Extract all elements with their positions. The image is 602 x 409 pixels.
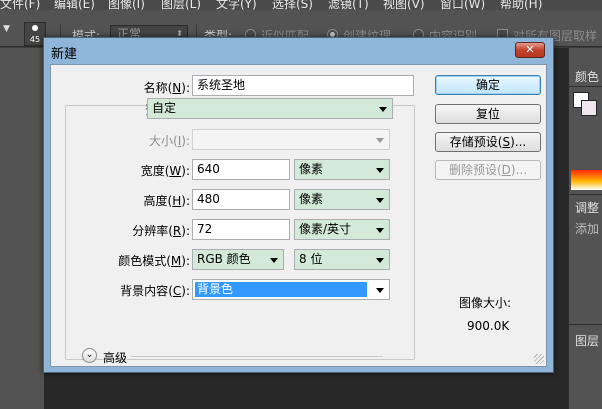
bit-depth-select[interactable]: 8 位 (294, 249, 390, 270)
menu-window[interactable]: 窗口(W) (440, 0, 485, 10)
name-input[interactable]: 系统圣地 (192, 75, 414, 96)
size-label: 大小(I): (149, 134, 190, 148)
chevron-down-icon (263, 250, 283, 269)
chevron-down-icon (372, 99, 392, 118)
width-label: 宽度(W): (140, 164, 190, 178)
color-spectrum[interactable] (571, 170, 602, 190)
background-contents-label: 背景内容(C): (120, 284, 190, 298)
advanced-expand-toggle[interactable]: ⌄ (82, 348, 97, 363)
menu-filter[interactable]: 滤镜(T) (328, 0, 369, 10)
reset-button[interactable]: 复位 (435, 104, 541, 124)
menu-file[interactable]: 文件(F) (0, 0, 40, 10)
menu-layer[interactable]: 图层(L) (161, 0, 201, 10)
color-panel-tab[interactable]: 颜色 (575, 68, 599, 85)
width-unit-select[interactable]: 像素 (294, 159, 390, 180)
height-unit-select[interactable]: 像素 (294, 189, 390, 210)
background-contents-select[interactable]: 背景色 (192, 279, 390, 300)
chevron-down-icon (369, 160, 389, 179)
image-size-label: 图像大小: (459, 296, 512, 310)
background-color-swatch[interactable] (581, 100, 597, 116)
divider (569, 86, 602, 87)
adjustments-panel-tab[interactable]: 调整 (575, 199, 599, 216)
divider (569, 194, 602, 195)
adjustments-add-label: 添加 (575, 222, 600, 236)
height-label: 高度(H): (143, 194, 190, 208)
color-mode-select[interactable]: RGB 颜色 (192, 249, 284, 270)
menu-bar: 文件(F) 编辑(E) 图像(I) 图层(L) 文字(Y) 选择(S) 滤镜(T… (0, 0, 602, 10)
brush-size: 45 (29, 35, 41, 44)
menu-image[interactable]: 图像(I) (108, 0, 145, 10)
dialog-body: 名称(N): 系统圣地 预设(P): 自定 大小(I): 宽度(W): 640 … (50, 64, 547, 367)
resolution-input[interactable]: 72 (192, 219, 290, 240)
new-document-dialog: 新建 ✕ 名称(N): 系统圣地 预设(P): 自定 大小(I): 宽度(W):… (43, 37, 554, 373)
preset-select[interactable]: 自定 (147, 98, 393, 119)
name-label: 名称(N): (143, 81, 190, 95)
chevron-down-icon (369, 190, 389, 209)
save-preset-button[interactable]: 存储预设(S)... (435, 132, 541, 152)
width-unit-value: 像素 (299, 162, 324, 176)
panel-dock: 颜色 调整 添加 图层 (568, 48, 602, 409)
height-unit-value: 像素 (299, 192, 324, 206)
chevron-down-icon (369, 220, 389, 239)
image-size-value: 900.0K (467, 319, 510, 333)
resolution-unit-select[interactable]: 像素/英寸 (294, 219, 390, 240)
dialog-title: 新建 (51, 47, 78, 62)
width-input[interactable]: 640 (192, 159, 290, 180)
resize-grip[interactable] (534, 354, 544, 364)
bit-depth-value: 8 位 (299, 252, 323, 266)
brush-tip-icon (32, 25, 38, 31)
chevron-down-icon (369, 280, 389, 299)
tool-preset-arrow-icon[interactable]: ▼ (3, 24, 10, 34)
preset-value: 自定 (152, 101, 177, 115)
menu-type[interactable]: 文字(Y) (216, 0, 257, 10)
chevron-down-icon (369, 250, 389, 269)
divider (569, 324, 602, 325)
color-mode-value: RGB 颜色 (197, 252, 251, 266)
resolution-unit-value: 像素/英寸 (299, 222, 352, 236)
menu-view[interactable]: 视图(V) (383, 0, 425, 10)
menu-select[interactable]: 选择(S) (272, 0, 313, 10)
size-select (192, 129, 390, 150)
menu-help[interactable]: 帮助(H) (500, 0, 542, 10)
background-contents-value: 背景色 (195, 282, 367, 297)
resolution-label: 分辨率(R): (132, 224, 190, 238)
close-icon: ✕ (525, 43, 535, 56)
advanced-divider (131, 356, 383, 357)
menu-edit[interactable]: 编辑(E) (54, 0, 95, 10)
chevron-down-icon (369, 130, 389, 149)
color-mode-label: 颜色模式(M): (118, 254, 190, 268)
double-chevron-down-icon: ⌄ (85, 350, 94, 360)
ok-button[interactable]: 确定 (435, 75, 541, 95)
advanced-label: 高级 (103, 351, 128, 365)
height-input[interactable]: 480 (192, 189, 290, 210)
close-button[interactable]: ✕ (515, 42, 545, 58)
tools-panel (0, 48, 44, 409)
layers-panel-tab[interactable]: 图层 (575, 332, 599, 349)
delete-preset-button: 删除预设(D)... (435, 160, 541, 180)
